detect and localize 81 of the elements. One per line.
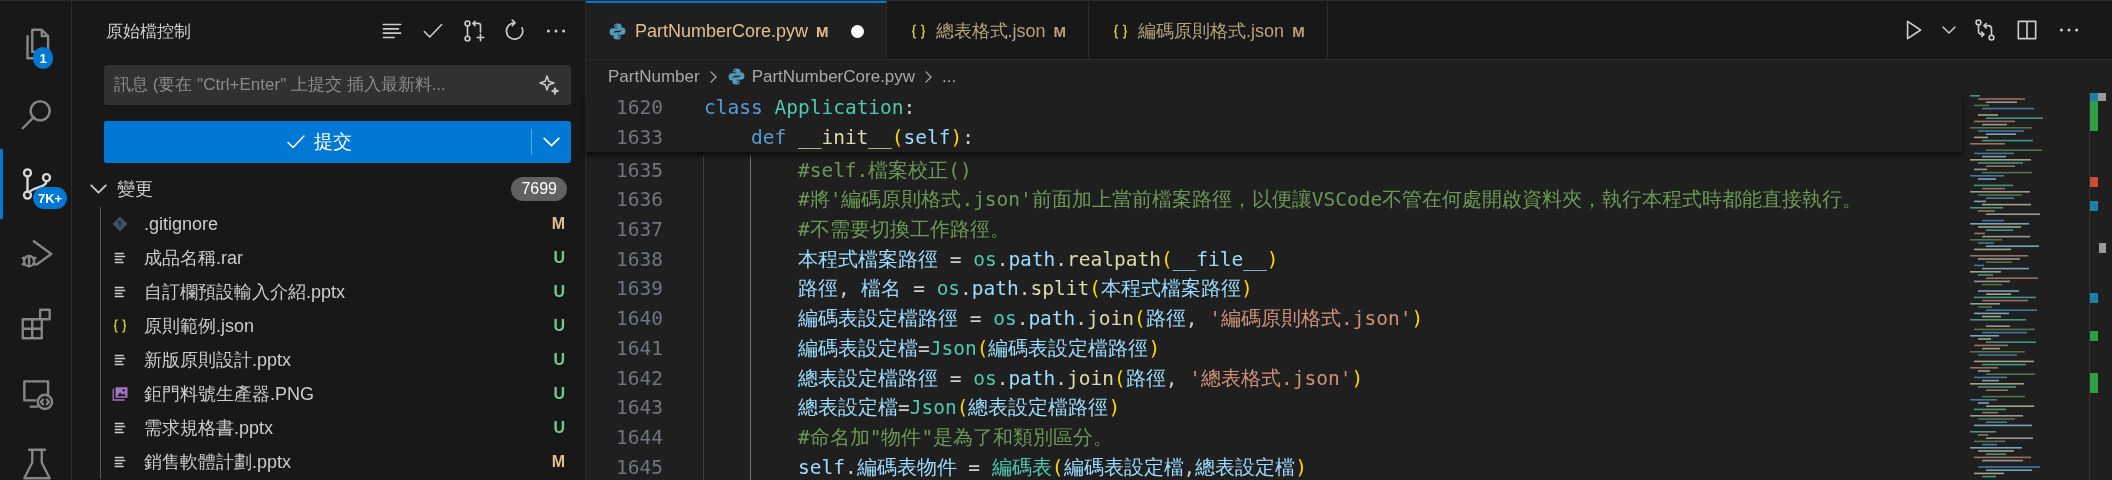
file-status: U <box>553 419 565 437</box>
line-number: 1642 <box>615 366 663 390</box>
pull-request-icon[interactable] <box>461 18 487 44</box>
code-line: 總表設定檔路徑 = os.path.join(路徑, '總表格式.json') <box>796 365 1364 392</box>
tab-label: PartNumberCore.pyw <box>635 20 809 42</box>
file-status: M <box>551 453 565 471</box>
activity-bar-button[interactable]: 1 <box>0 9 71 79</box>
file-name: 自訂欄預設輸入介紹.pptx <box>144 281 347 304</box>
file-status: U <box>553 385 565 403</box>
code-line: 編碼表設定檔=Json(編碼表設定檔路徑) <box>796 335 1161 362</box>
sparkle-icon[interactable] <box>537 73 561 97</box>
changed-file-row[interactable]: 鉅門料號生產器.PNG U <box>101 377 585 411</box>
changed-file-row[interactable]: .gitignore M <box>101 207 585 241</box>
tab-label: 總表格式.json <box>935 20 1046 43</box>
code-line: def __init__(self): <box>749 126 975 150</box>
line-number: 1636 <box>615 188 663 212</box>
file-name: 新版原則設計.pptx <box>144 349 293 372</box>
breadcrumb-item[interactable]: PartNumber <box>608 66 700 87</box>
file-status: M <box>816 22 829 40</box>
changed-file-row[interactable]: 原則範例.json U <box>101 309 585 343</box>
python-icon <box>726 67 746 86</box>
file-status: U <box>553 317 565 335</box>
braces-icon <box>111 317 129 335</box>
changed-file-row[interactable]: 新版原則設計.pptx U <box>101 343 585 377</box>
code-line: #不需要切換工作路徑。 <box>796 217 1010 244</box>
changed-file-row[interactable]: 成品名稱.rar U <box>101 241 585 275</box>
chevron-right-icon <box>925 70 933 83</box>
chevron-down-icon <box>543 137 560 147</box>
file-name: 需求規格書.pptx <box>144 417 275 440</box>
code-line: 本程式檔案路徑 = os.path.realpath(__file__) <box>796 246 1279 273</box>
python-icon <box>608 21 627 41</box>
file-name: 鉅門料號生產器.PNG <box>144 383 315 406</box>
commit-message-field[interactable]: 訊息 (要在 "Ctrl+Enter" 上提交 插入最新料... <box>104 65 571 105</box>
line-number: 1635 <box>615 158 663 182</box>
changed-file-row[interactable]: 自訂欄預設輸入介紹.pptx U <box>101 275 585 309</box>
file-name: .gitignore <box>144 213 220 235</box>
line-number: 1645 <box>615 455 663 479</box>
line-number: 1639 <box>615 277 663 301</box>
file-name: 原則範例.json <box>144 315 256 338</box>
file-status: M <box>1292 22 1305 40</box>
line-number: 1620 <box>615 96 663 120</box>
code-line: #self.檔案校正() <box>796 157 972 184</box>
count-badge: 1 <box>33 47 53 69</box>
changes-section-header[interactable]: 變更 7699 <box>72 171 585 207</box>
file-status: M <box>1053 22 1067 40</box>
code-line: #將'編碼原則格式.json'前面加上當前檔案路徑，以便讓VSCode不管在何處開啟資料夾，執行本程式時都能直接執行。 <box>796 187 1863 214</box>
editor-tab[interactable]: PartNumberCore.pyw M <box>586 1 887 59</box>
file-status: U <box>553 351 565 369</box>
code-line: 總表設定檔=Json(總表設定檔路徑) <box>796 395 1121 422</box>
file-name: 銷售軟體計劃.pptx <box>144 451 293 474</box>
changed-file-row[interactable]: 需求規格書.pptx U <box>101 411 585 445</box>
file-status: U <box>553 283 565 301</box>
code-line: 編碼表設定檔路徑 = os.path.join(路徑, '編碼原則格式.json') <box>796 306 1424 333</box>
breadcrumb-item[interactable]: PartNumberCore.pyw <box>751 66 916 87</box>
tab-label: 編碼原則格式.json <box>1138 20 1285 43</box>
file-status: U <box>553 249 565 267</box>
code-line: 路徑, 檔名 = os.path.split(本程式檔案路徑) <box>796 276 1253 303</box>
image-icon <box>111 385 129 403</box>
code-line: class Application: <box>704 96 916 120</box>
panel-title: 原始檔控制 <box>106 20 191 43</box>
breadcrumb-item[interactable]: ... <box>942 66 957 87</box>
code-line: self.編碼表物件 = 編碼表(編碼表設定檔,總表設定檔) <box>796 454 1308 480</box>
file-status: M <box>551 215 565 233</box>
line-number: 1640 <box>615 307 663 331</box>
file-name: 成品名稱.rar <box>144 247 244 270</box>
changed-file-row[interactable]: 銷售軟體計劃.pptx M <box>101 445 585 479</box>
line-number: 1641 <box>615 336 663 360</box>
line-number: 1633 <box>615 126 663 150</box>
line-number: 1638 <box>615 247 663 271</box>
git-icon <box>111 215 129 233</box>
line-number: 1644 <box>615 425 663 449</box>
line-number: 1637 <box>615 218 663 242</box>
section-title: 變更 <box>117 178 154 201</box>
code-line: #命名加"物件"是為了和類別區分。 <box>796 424 1114 451</box>
chevron-down-icon[interactable] <box>1942 26 1956 34</box>
count-badge: 7K+ <box>33 187 68 209</box>
chevron-down-icon[interactable] <box>90 184 107 194</box>
line-number: 1643 <box>615 396 663 420</box>
count-badge: 7699 <box>511 177 567 201</box>
compare-icon[interactable] <box>1972 17 1998 43</box>
chevron-right-icon <box>709 70 717 83</box>
